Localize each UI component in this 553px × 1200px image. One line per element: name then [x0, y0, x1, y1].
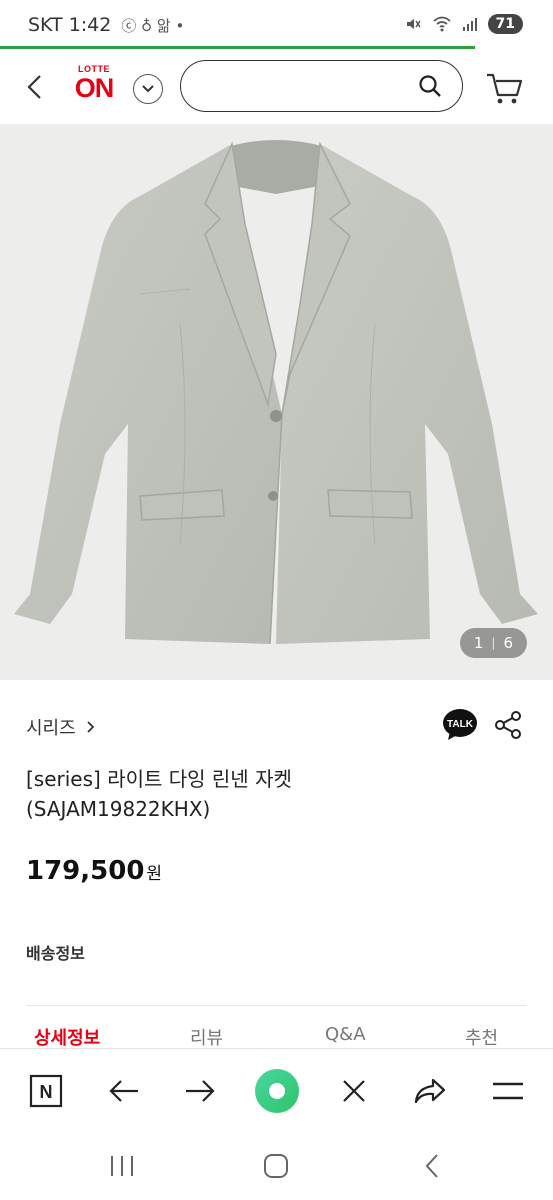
status-right: 71 [404, 14, 523, 34]
signal-icon [462, 18, 477, 31]
arrow-right-icon [186, 1080, 215, 1102]
brand-name: 시리즈 [26, 718, 76, 739]
system-home-button[interactable] [256, 1148, 296, 1184]
browser-forward-button[interactable] [180, 1071, 220, 1111]
chevron-left-icon [27, 75, 41, 99]
status-bar: SKT 1:42 ⓒ ♁ 앎 • 71 [0, 0, 553, 52]
image-counter-separator: | [491, 636, 496, 650]
image-counter: 1 | 6 [459, 628, 527, 658]
battery-icon: 71 [487, 14, 523, 34]
home-circle-icon [255, 1069, 299, 1113]
share-arrow-icon [414, 1078, 446, 1104]
carrier-time: SKT 1:42 [28, 14, 112, 36]
tab-reviews[interactable]: 리뷰 [190, 1024, 223, 1050]
naver-n-icon: N [29, 1074, 63, 1108]
browser-close-button[interactable] [334, 1071, 374, 1111]
lotte-on-logo[interactable]: LOTTE ON [68, 64, 120, 110]
price-currency: 원 [146, 864, 163, 884]
home-square-icon [264, 1154, 288, 1178]
app-header: LOTTE ON [0, 52, 553, 124]
cart-icon[interactable] [485, 70, 523, 106]
kakao-talk-icon[interactable]: TALK [442, 708, 478, 742]
linen-jacket-image [14, 140, 538, 645]
brand-link[interactable]: 시리즈 [26, 714, 96, 740]
product-title: [series] 라이트 다잉 린넨 자켓 (SAJAM19822KHX) [26, 767, 292, 821]
recent-apps-button[interactable] [102, 1148, 142, 1184]
browser-menu-button[interactable] [488, 1071, 528, 1111]
logo-on-text: ON [74, 73, 115, 103]
shipping-info-label[interactable]: 배송정보 [26, 940, 85, 964]
recent-apps-icon [111, 1156, 133, 1176]
browser-back-button[interactable] [104, 1071, 144, 1111]
close-icon [343, 1080, 365, 1102]
naver-button[interactable]: N [26, 1071, 66, 1111]
chevron-down-icon [142, 85, 154, 93]
price-value: 179,500 [26, 856, 145, 886]
back-button[interactable] [22, 72, 52, 102]
search-input[interactable] [180, 60, 463, 112]
system-navigation-bar [0, 1132, 553, 1200]
browser-toolbar: N [0, 1048, 553, 1132]
chevron-right-icon [87, 721, 94, 733]
product-image-gallery[interactable]: 1 | 6 [0, 124, 553, 680]
mall-dropdown-button[interactable] [133, 74, 163, 104]
detail-tabs: 상세정보 리뷰 Q&A 추천 [0, 1020, 553, 1050]
tab-qna[interactable]: Q&A [325, 1024, 366, 1045]
wifi-icon [432, 16, 451, 32]
svg-text:TALK: TALK [447, 719, 474, 730]
share-icon[interactable] [494, 710, 522, 740]
browser-home-button[interactable] [254, 1068, 300, 1114]
image-counter-current: 1 [473, 634, 484, 652]
search-icon[interactable] [418, 74, 442, 98]
mute-icon [406, 19, 421, 29]
image-counter-total: 6 [503, 634, 513, 652]
chevron-left-icon [425, 1154, 438, 1178]
arrow-left-icon [109, 1080, 138, 1102]
browser-share-button[interactable] [410, 1071, 450, 1111]
menu-icon [493, 1082, 523, 1100]
status-left: SKT 1:42 ⓒ ♁ 앎 • [28, 14, 184, 36]
system-back-button[interactable] [412, 1148, 452, 1184]
svg-text:N: N [40, 1082, 53, 1102]
notification-icons: ⓒ ♁ 앎 • [121, 16, 185, 35]
tab-recommend[interactable]: 추천 [465, 1024, 498, 1050]
tab-details[interactable]: 상세정보 [34, 1024, 100, 1050]
section-divider [26, 1005, 527, 1006]
page-load-progress [0, 46, 475, 49]
product-price: 179,500 원 [26, 856, 162, 886]
